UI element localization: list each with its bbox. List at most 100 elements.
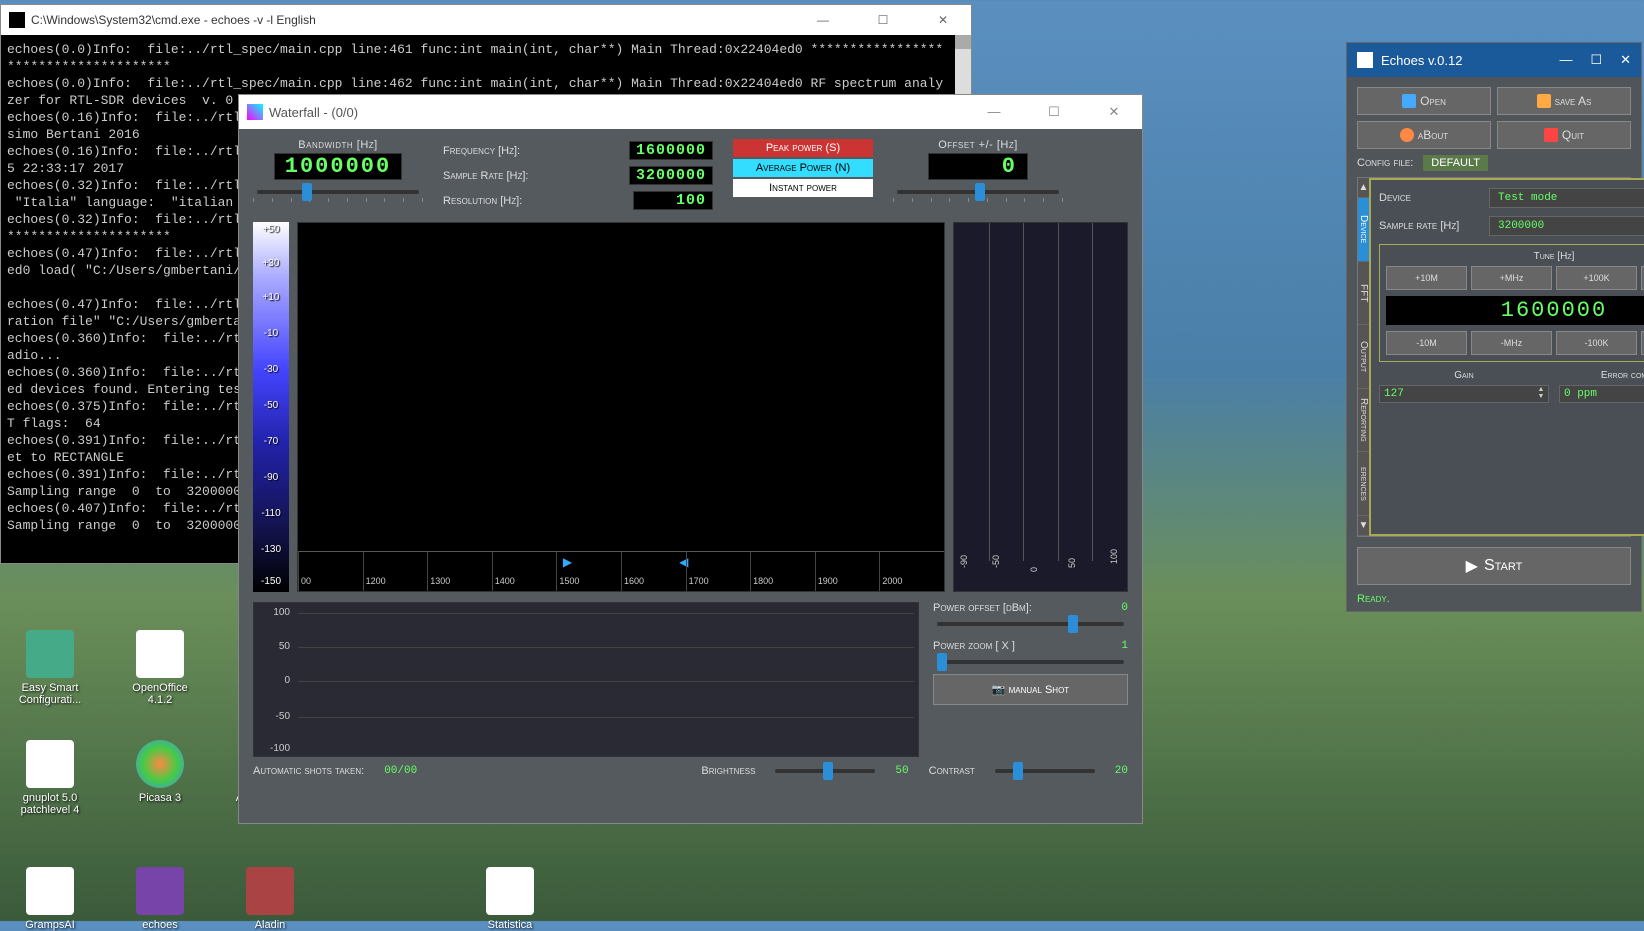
brightness-slider[interactable] [775, 769, 875, 773]
desktop-icon[interactable]: echoes [120, 867, 200, 931]
save-as-button[interactable]: save As [1497, 87, 1631, 115]
close-button[interactable]: ✕ [923, 13, 963, 27]
waterfall-title-text: Waterfall - (0/0) [269, 105, 358, 120]
tab-preferences[interactable]: erences [1358, 452, 1369, 516]
contrast-label: Contrast [929, 765, 975, 777]
bandwidth-value: 1000000 [274, 153, 402, 180]
spectrum-plot[interactable]: 100 50 0 -50 -100 [253, 602, 919, 757]
tune-minus-mhz[interactable]: -MHz [1471, 331, 1552, 355]
offset-label: Offset +/- [Hz] [893, 139, 1063, 151]
sample-rate-label: Sample rate [Hz] [1379, 220, 1489, 232]
desktop-icon[interactable]: gnuplot 5.0 patchlevel 4 [10, 740, 90, 816]
maximize-button[interactable]: ☐ [1590, 52, 1602, 68]
offset-slider[interactable] [897, 190, 1059, 194]
resolution-value: 100 [633, 191, 713, 210]
gain-spinner[interactable]: ▲▼ [1379, 385, 1549, 403]
power-zoom-value: 1 [1121, 640, 1128, 652]
error-comp-spinner[interactable]: ▲▼ [1559, 385, 1644, 403]
bandwidth-label: Bandwidth [Hz] [253, 139, 423, 151]
camera-icon: 📷 [992, 684, 1006, 696]
tune-plus-100k[interactable]: +100K [1556, 266, 1637, 290]
power-offset-slider[interactable] [937, 622, 1124, 626]
tab-reporting[interactable]: Reporting [1358, 389, 1369, 453]
cmd-title-text: C:\Windows\System32\cmd.exe - echoes -v … [31, 13, 316, 27]
instant-power-button[interactable]: Instant power [733, 179, 873, 197]
manual-shot-button[interactable]: 📷 manual Shot [933, 674, 1128, 705]
tune-group: Tune [Hz] +10M +MHz +100K +10k 1600000 -… [1379, 244, 1644, 362]
maximize-button[interactable]: ☐ [863, 13, 903, 27]
brightness-label: Brightness [701, 765, 755, 777]
sample-rate-value: 3200000 [629, 166, 713, 185]
contrast-slider[interactable] [995, 769, 1095, 773]
tune-minus-100k[interactable]: -100K [1556, 331, 1637, 355]
status-text: Ready. [1357, 593, 1631, 605]
waterfall-canvas[interactable]: ▶ ◀ 001200130014001500160017001800190020… [297, 222, 945, 592]
device-select[interactable]: Test mode [1489, 188, 1644, 208]
minimize-button[interactable]: — [803, 13, 843, 27]
quit-button[interactable]: Quit [1497, 121, 1631, 149]
brightness-value: 50 [895, 765, 908, 777]
desktop-icon[interactable]: Statistica [470, 867, 550, 931]
power-zoom-slider[interactable] [937, 660, 1124, 664]
tune-label: Tune [Hz] [1386, 251, 1644, 262]
close-button[interactable]: ✕ [1620, 52, 1631, 68]
auto-shots-value: 00/00 [384, 765, 417, 777]
desktop-icon[interactable]: Aladin [230, 867, 310, 931]
cmd-titlebar[interactable]: C:\Windows\System32\cmd.exe - echoes -v … [1, 5, 971, 35]
tune-minus-10m[interactable]: -10M [1386, 331, 1467, 355]
quit-icon [1544, 128, 1558, 142]
tab-device[interactable]: Device [1358, 198, 1369, 262]
tune-plus-mhz[interactable]: +MHz [1471, 266, 1552, 290]
close-button[interactable]: ✕ [1094, 104, 1134, 120]
tab-scroll-down[interactable]: ▼ [1358, 516, 1369, 536]
config-file-label: Config file: [1357, 157, 1413, 169]
frequency-value: 1600000 [629, 141, 713, 160]
waterfall-xaxis: 00120013001400150016001700180019002000 [298, 551, 944, 591]
average-power-button[interactable]: Average Power (N) [733, 159, 873, 177]
power-zoom-label: Power zoom [ X ] [933, 640, 1015, 652]
config-file-value: DEFAULT [1423, 155, 1488, 171]
sample-rate-select[interactable]: 3200000 [1489, 216, 1644, 236]
auto-shots-label: Automatic shots taken: [253, 765, 364, 777]
gain-label: Gain [1379, 370, 1549, 381]
desktop-icon[interactable]: OpenOffice 4.1.2 [120, 630, 200, 706]
bandwidth-slider[interactable] [257, 190, 419, 194]
peak-power-button[interactable]: Peak power (S) [733, 139, 873, 157]
maximize-button[interactable]: ☐ [1034, 104, 1074, 120]
device-label: Device [1379, 192, 1489, 204]
power-offset-value: 0 [1121, 602, 1128, 614]
info-icon [1400, 128, 1414, 142]
sample-rate-label: Sample Rate [Hz]: [443, 170, 528, 182]
desktop-icon[interactable]: GrampsAI [10, 867, 90, 931]
echoes-icon [1357, 52, 1373, 68]
waterfall-titlebar[interactable]: Waterfall - (0/0) — ☐ ✕ [239, 95, 1142, 129]
tab-output[interactable]: Output [1358, 325, 1369, 389]
save-icon [1537, 94, 1551, 108]
side-graph[interactable]: -90 -50 0 50 100 [953, 222, 1128, 592]
tab-scroll-up[interactable]: ▲ [1358, 178, 1369, 198]
tune-value: 1600000 [1386, 296, 1644, 325]
waterfall-icon [247, 104, 263, 120]
play-icon: ▶ [1466, 556, 1478, 576]
echoes-title-text: Echoes v.0.12 [1381, 53, 1462, 68]
device-panel: Device Test mode Sample rate [Hz] 320000… [1369, 178, 1644, 536]
echoes-titlebar[interactable]: Echoes v.0.12 — ☐ ✕ [1347, 43, 1641, 77]
minimize-button[interactable]: — [974, 104, 1014, 120]
contrast-value: 20 [1115, 765, 1128, 777]
tab-fft[interactable]: FFT [1358, 262, 1369, 326]
echoes-window: Echoes v.0.12 — ☐ ✕ Open save As aBout Q… [1346, 42, 1642, 612]
waterfall-window: Waterfall - (0/0) — ☐ ✕ Bandwidth [Hz] 1… [238, 94, 1143, 824]
about-button[interactable]: aBout [1357, 121, 1491, 149]
minimize-button[interactable]: — [1559, 52, 1572, 68]
tune-plus-10m[interactable]: +10M [1386, 266, 1467, 290]
color-scale: +50 +30 +10 -10 -30 -50 -70 -90 -110 -13… [253, 222, 289, 592]
settings-tabs: ▲ Device FFT Output Reporting erences ▼ [1358, 178, 1369, 536]
frequency-label: Frequency [Hz]: [443, 145, 520, 157]
resolution-label: Resolution [Hz]: [443, 195, 522, 207]
open-button[interactable]: Open [1357, 87, 1491, 115]
cmd-icon [9, 12, 25, 28]
error-comp-label: Error compensation [1559, 370, 1644, 381]
start-button[interactable]: ▶Start [1357, 547, 1631, 585]
desktop-icon[interactable]: Picasa 3 [120, 740, 200, 816]
desktop-icon[interactable]: Easy Smart Configurati... [10, 630, 90, 706]
